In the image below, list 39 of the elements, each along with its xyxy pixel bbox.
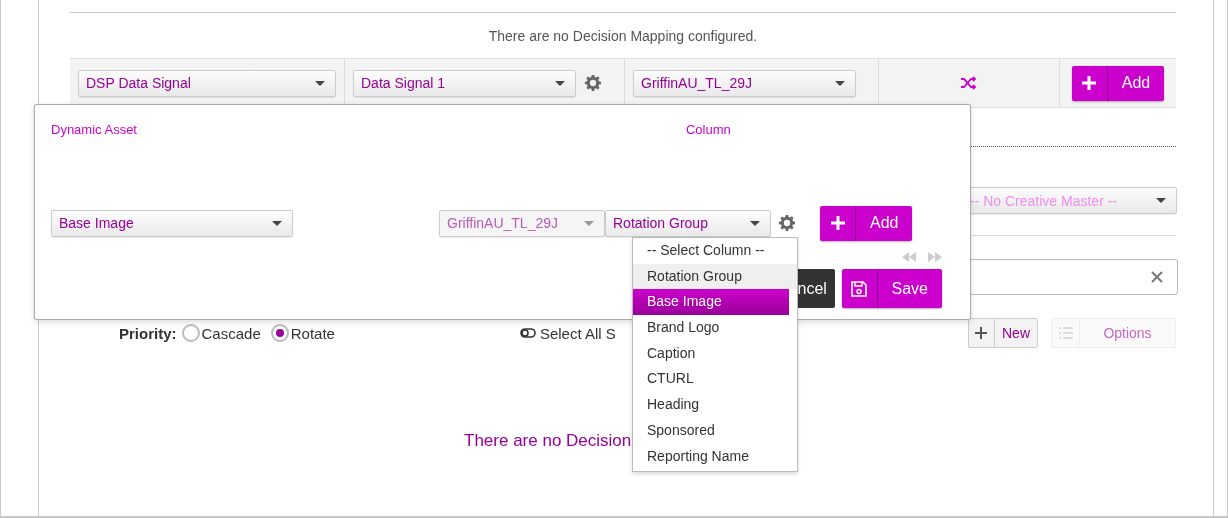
save-icon [851, 280, 868, 297]
priority-label: Priority: [119, 324, 177, 342]
list-icon [1058, 327, 1073, 339]
empty-message: There are no Decision [464, 431, 632, 450]
select-all-label: Select All S [539, 324, 616, 342]
add-button[interactable]: Add [1071, 65, 1165, 101]
priority-radio[interactable]: Rotate [270, 324, 335, 342]
radio-icon[interactable] [270, 324, 289, 342]
plus-icon [830, 216, 845, 230]
settings-icon[interactable] [584, 74, 602, 92]
dropdown-option[interactable]: Reporting Name [633, 443, 797, 470]
settings-icon[interactable] [778, 214, 796, 232]
save-button[interactable]: Save [841, 269, 942, 308]
field-label: Dynamic Asset [51, 122, 137, 139]
clear-icon[interactable] [1151, 271, 1163, 283]
plus-icon [975, 327, 988, 339]
dropdown-option[interactable]: Rotation Group [633, 263, 797, 290]
priority-radio[interactable]: Cascade [181, 324, 261, 342]
dropdown-option[interactable]: Sponsored [633, 417, 797, 444]
add-button[interactable]: Add [820, 205, 913, 241]
plus-icon [1082, 76, 1097, 90]
status-message: There are no Decision Mapping configured. [488, 27, 758, 44]
dropdown-option[interactable]: -- Select Column -- [633, 238, 797, 264]
shuffle-icon[interactable] [961, 76, 977, 90]
dropdown-option[interactable]: Caption [633, 340, 797, 367]
new-button[interactable]: New [968, 318, 1038, 348]
select-all-toggle[interactable]: Select All S [519, 324, 616, 342]
signal-select[interactable]: Data Signal 1 [353, 69, 576, 97]
radio-icon[interactable] [181, 324, 200, 342]
feed-select[interactable]: GriffinAU_TL_29J [633, 69, 856, 97]
dropdown-option[interactable]: Brand Logo [633, 315, 797, 341]
dropdown-option[interactable]: Heading [633, 392, 797, 418]
field-label: Column [686, 122, 731, 139]
asset-select[interactable]: Base Image [51, 209, 293, 237]
dropdown-option[interactable]: Base Image [633, 289, 789, 316]
source-select[interactable]: DSP Data Signal [78, 69, 336, 97]
dropdown-option[interactable]: CTURL [633, 366, 797, 393]
toggle-icon[interactable] [519, 328, 536, 338]
column-select[interactable]: Rotation Group [605, 209, 771, 237]
